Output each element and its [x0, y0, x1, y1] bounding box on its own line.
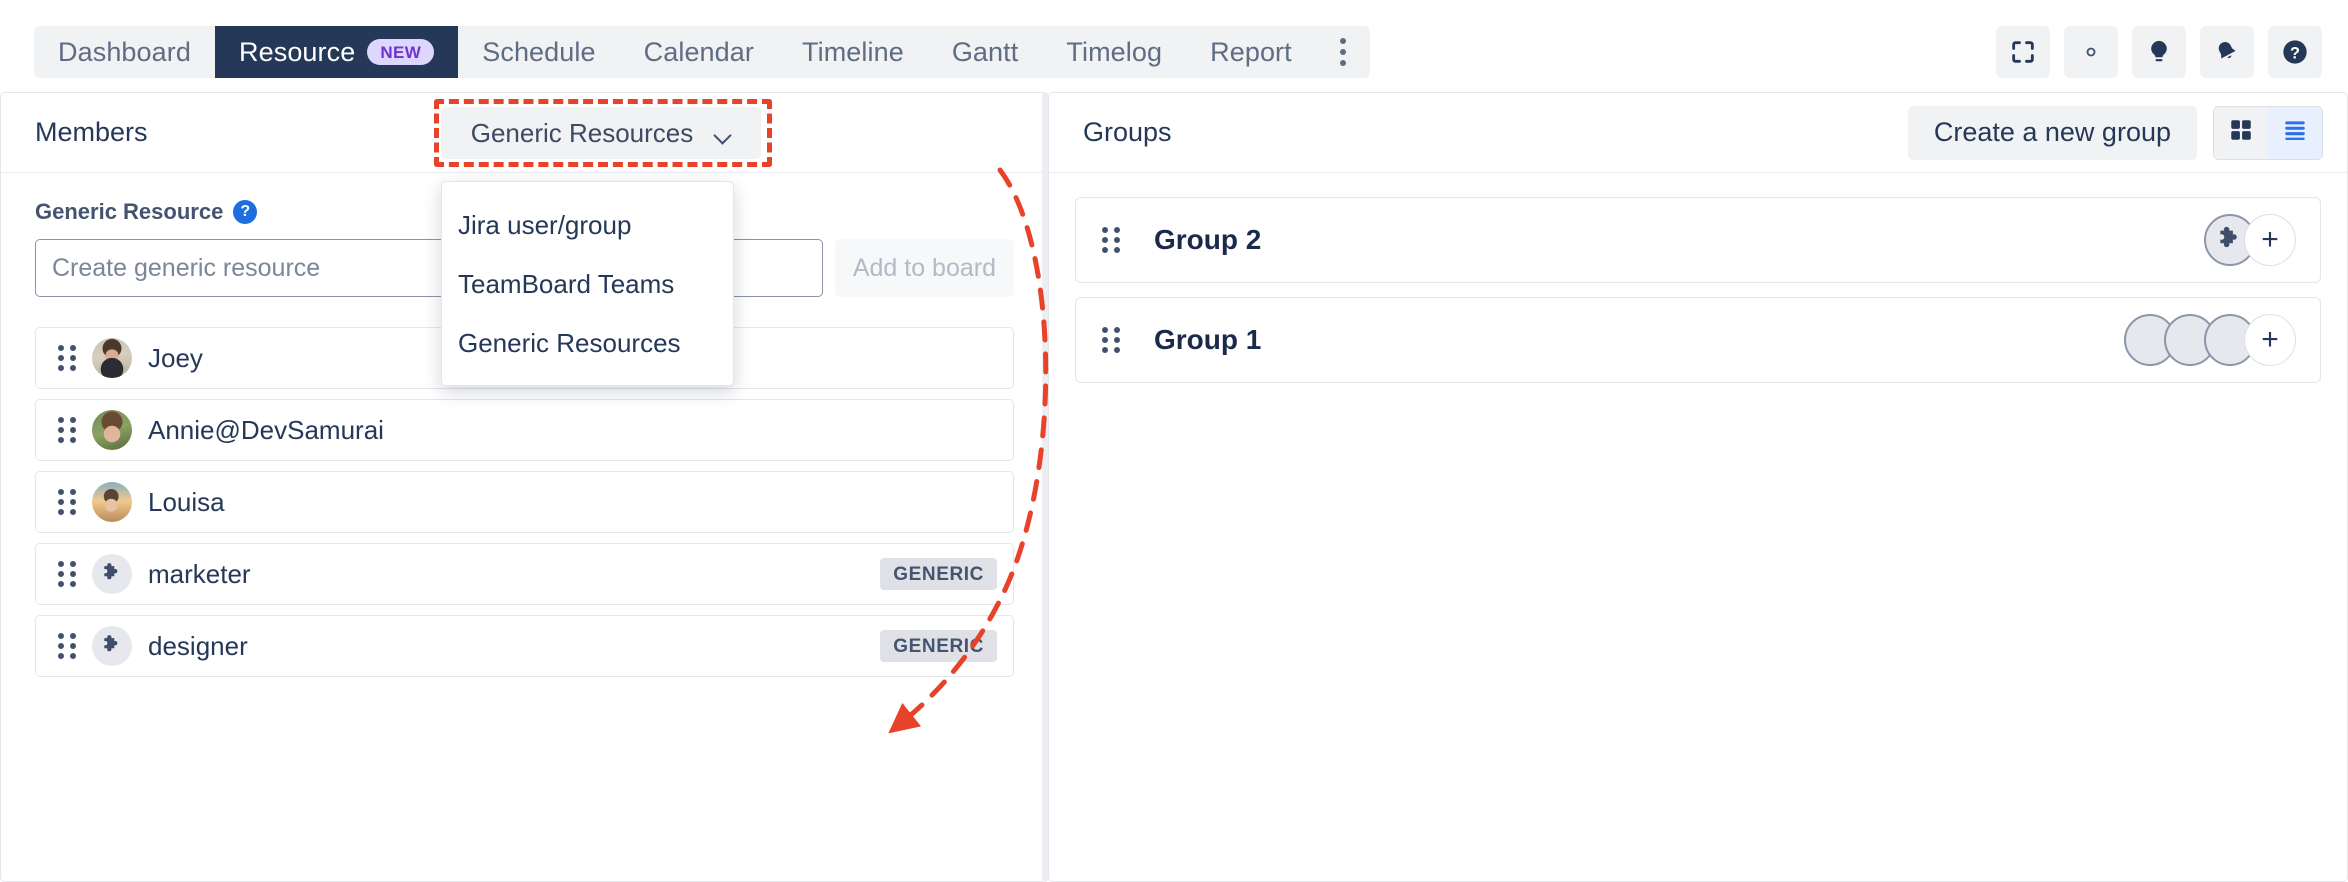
avatar	[92, 338, 132, 378]
tab-schedule[interactable]: Schedule	[458, 26, 619, 78]
puzzle-piece-icon	[100, 632, 124, 661]
avatar	[92, 626, 132, 666]
member-name: marketer	[148, 559, 251, 590]
list-item[interactable]: marketer GENERIC	[35, 543, 1014, 605]
drag-handle-icon[interactable]	[58, 417, 74, 443]
gear-icon	[2077, 38, 2105, 66]
top-icon-buttons: ?	[1996, 26, 2322, 78]
add-member-button[interactable]: +	[2244, 314, 2296, 366]
drag-handle-icon[interactable]	[58, 561, 74, 587]
member-name: Louisa	[148, 487, 225, 518]
main-tab-strip: Dashboard Resource NEW Schedule Calendar…	[34, 26, 1370, 78]
member-name: Joey	[148, 343, 203, 374]
fullscreen-icon	[2009, 38, 2037, 66]
create-new-group-button[interactable]: Create a new group	[1908, 106, 2197, 160]
puzzle-piece-icon	[100, 560, 124, 589]
tab-timelog-label: Timelog	[1066, 37, 1162, 68]
group-card[interactable]: Group 2 +	[1075, 197, 2321, 283]
resource-source-menu: Jira user/group TeamBoard Teams Generic …	[441, 181, 734, 386]
status-badge: GENERIC	[880, 630, 997, 662]
tab-schedule-label: Schedule	[482, 37, 595, 68]
panels-container: Members Generic Resources Jira user/grou…	[0, 92, 2348, 882]
add-member-button[interactable]: +	[2244, 214, 2296, 266]
notifications-button[interactable]	[2200, 26, 2254, 78]
list-item[interactable]: Louisa	[35, 471, 1014, 533]
tab-dashboard-label: Dashboard	[58, 37, 191, 68]
svg-text:?: ?	[2290, 44, 2300, 62]
tab-dashboard[interactable]: Dashboard	[34, 26, 215, 78]
more-vertical-icon	[1340, 38, 1346, 66]
tab-timeline[interactable]: Timeline	[778, 26, 928, 78]
tab-resource[interactable]: Resource NEW	[215, 26, 458, 78]
tab-report-label: Report	[1210, 37, 1292, 68]
menu-item-teamboard-teams[interactable]: TeamBoard Teams	[442, 255, 733, 314]
drag-handle-icon[interactable]	[58, 633, 74, 659]
groups-list: Group 2 + Group 1	[1049, 173, 2347, 383]
menu-item-generic-resources[interactable]: Generic Resources	[442, 314, 733, 373]
help-circle-icon[interactable]: ?	[233, 200, 257, 224]
help-button[interactable]: ?	[2268, 26, 2322, 78]
tab-calendar-label: Calendar	[644, 37, 754, 68]
resource-source-value: Generic Resources	[471, 118, 694, 149]
tab-gantt[interactable]: Gantt	[928, 26, 1043, 78]
groups-panel-header: Groups Create a new group	[1049, 93, 2347, 173]
tab-timelog[interactable]: Timelog	[1042, 26, 1186, 78]
new-badge: NEW	[367, 39, 434, 65]
bell-icon	[2213, 38, 2241, 66]
menu-item-jira-user-group[interactable]: Jira user/group	[442, 196, 733, 255]
chevron-down-icon	[715, 129, 731, 138]
member-name: designer	[148, 631, 248, 662]
tab-gantt-label: Gantt	[952, 37, 1019, 68]
top-bar: Dashboard Resource NEW Schedule Calendar…	[0, 0, 2348, 92]
grid-view-icon	[2228, 117, 2254, 148]
group-avatars: +	[2204, 214, 2296, 266]
avatar	[92, 554, 132, 594]
group-name: Group 2	[1154, 224, 1261, 256]
tab-overflow-button[interactable]	[1316, 26, 1370, 78]
tab-report[interactable]: Report	[1186, 26, 1316, 78]
tab-resource-label: Resource	[239, 37, 355, 68]
list-item[interactable]: Annie@DevSamurai	[35, 399, 1014, 461]
avatar	[92, 410, 132, 450]
grid-view-button[interactable]	[2214, 107, 2268, 159]
tab-timeline-label: Timeline	[802, 37, 904, 68]
group-name: Group 1	[1154, 324, 1261, 356]
member-name: Annie@DevSamurai	[148, 415, 384, 446]
members-panel-scrollbar[interactable]	[1042, 92, 1048, 882]
groups-panel: Groups Create a new group	[1048, 92, 2348, 882]
members-panel: Members Generic Resources Jira user/grou…	[0, 92, 1048, 882]
groups-title: Groups	[1083, 117, 1172, 148]
fullscreen-button[interactable]	[1996, 26, 2050, 78]
list-view-button[interactable]	[2268, 107, 2322, 159]
members-panel-header: Members Generic Resources	[1, 93, 1048, 173]
tab-calendar[interactable]: Calendar	[620, 26, 778, 78]
drag-handle-icon[interactable]	[58, 489, 74, 515]
settings-button[interactable]	[2064, 26, 2118, 78]
drag-handle-icon[interactable]	[1102, 227, 1118, 253]
group-card[interactable]: Group 1 +	[1075, 297, 2321, 383]
help-icon: ?	[2281, 38, 2309, 66]
lightbulb-icon	[2145, 38, 2173, 66]
avatar	[92, 482, 132, 522]
view-toggle	[2213, 106, 2323, 160]
group-avatars: +	[2124, 314, 2296, 366]
tips-button[interactable]	[2132, 26, 2186, 78]
status-badge: GENERIC	[880, 558, 997, 590]
resource-source-dropdown[interactable]: Generic Resources	[441, 107, 761, 159]
drag-handle-icon[interactable]	[58, 345, 74, 371]
list-view-icon	[2282, 117, 2308, 148]
members-title: Members	[35, 117, 148, 148]
list-item[interactable]: designer GENERIC	[35, 615, 1014, 677]
drag-handle-icon[interactable]	[1102, 327, 1118, 353]
puzzle-piece-icon	[2215, 223, 2245, 258]
generic-resource-label: Generic Resource	[35, 199, 223, 225]
add-to-board-button[interactable]: Add to board	[835, 239, 1014, 297]
